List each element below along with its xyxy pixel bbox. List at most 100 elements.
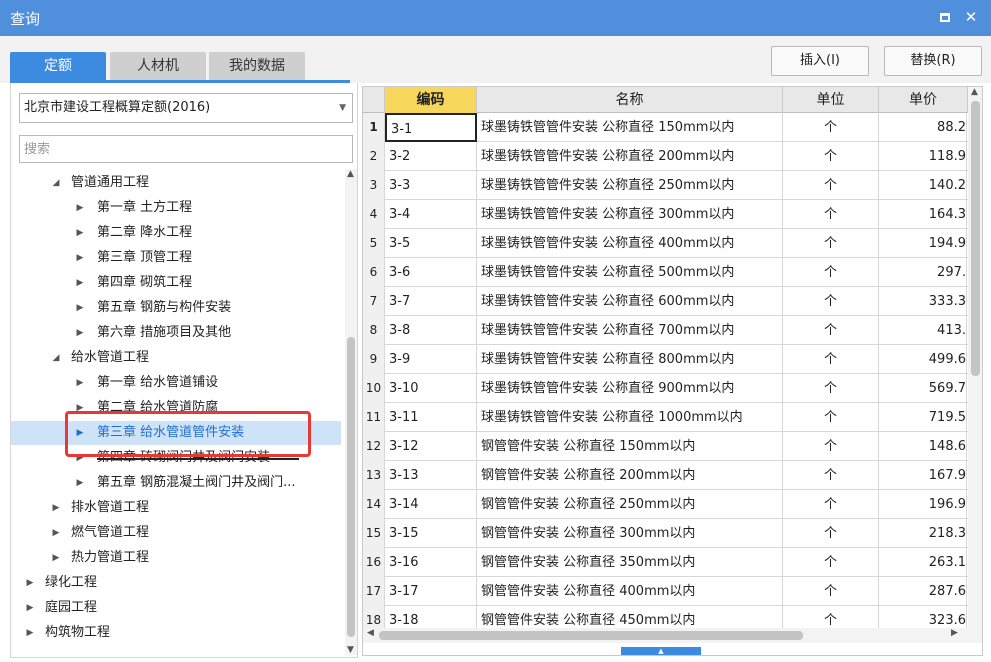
tree-item-ws-ch2-anticorrosion[interactable]: ▶ 第二章 给水管道防腐 [11,396,341,420]
cell-price[interactable]: 88.2 [879,113,967,142]
tree-item-ws-ch4-brick-valve-well[interactable]: ▶ 第四章 砖砌阀门井及阀门安装 [11,446,341,470]
cell-name[interactable]: 钢管管件安装 公称直径 200mm以内 [477,461,783,490]
cell-code[interactable]: 3-8 [385,316,477,345]
table-row[interactable]: 13 3-13 钢管管件安装 公称直径 200mm以内个 167.9 [363,461,982,490]
row-number[interactable]: 4 [363,200,385,229]
cell-unit[interactable]: 个 [783,577,879,606]
cell-unit[interactable]: 个 [783,142,879,171]
row-number[interactable]: 6 [363,258,385,287]
cell-name[interactable]: 球墨铸铁管管件安装 公称直径 250mm以内 [477,171,783,200]
cell-price[interactable]: 333.3 [879,287,967,316]
cell-unit[interactable]: 个 [783,432,879,461]
cell-price[interactable]: 164.3 [879,200,967,229]
cell-price[interactable]: 287.6 [879,577,967,606]
cell-price[interactable]: 140.2 [879,171,967,200]
table-row[interactable]: 6 3-6 球墨铸铁管管件安装 公称直径 500mm以内个 297. [363,258,982,287]
cell-price[interactable]: 719.5 [879,403,967,432]
cell-price[interactable]: 263.1 [879,548,967,577]
table-row[interactable]: 12 3-12 钢管管件安装 公称直径 150mm以内个 148.6 [363,432,982,461]
tree-item-ws-ch1-laying[interactable]: ▶ 第一章 给水管道铺设 [11,371,341,395]
cell-code[interactable]: 3-6 [385,258,477,287]
tree-item-ch5-rebar[interactable]: ▶ 第五章 钢筋与构件安装 [11,296,341,320]
cell-unit[interactable]: 个 [783,461,879,490]
collapsed-arrow-icon[interactable]: ▶ [49,496,63,520]
cell-code[interactable]: 3-11 [385,403,477,432]
collapsed-arrow-icon[interactable]: ▶ [73,246,87,270]
row-number[interactable]: 11 [363,403,385,432]
scrollbar-thumb[interactable] [347,337,355,637]
cell-unit[interactable]: 个 [783,113,879,142]
row-number[interactable]: 1 [363,113,385,142]
cell-name[interactable]: 球墨铸铁管管件安装 公称直径 600mm以内 [477,287,783,316]
cell-name[interactable]: 球墨铸铁管管件安装 公称直径 150mm以内 [477,113,783,142]
scroll-up-icon[interactable]: ▲ [347,169,354,179]
cell-unit[interactable]: 个 [783,171,879,200]
table-row[interactable]: 8 3-8 球墨铸铁管管件安装 公称直径 700mm以内个 413. [363,316,982,345]
cell-code[interactable]: 3-16 [385,548,477,577]
collapsed-arrow-icon[interactable]: ▶ [49,521,63,545]
header-code[interactable]: 编码 [385,87,477,113]
scroll-up-icon[interactable]: ▲ [971,87,978,97]
search-input[interactable] [19,135,353,163]
collapsed-arrow-icon[interactable]: ▶ [73,321,87,345]
row-number[interactable]: 17 [363,577,385,606]
grid-vertical-scrollbar[interactable]: ▲ [968,87,982,643]
cell-code[interactable]: 3-15 [385,519,477,548]
header-price[interactable]: 单价 [879,87,968,113]
table-row[interactable]: 15 3-15 钢管管件安装 公称直径 300mm以内个 218.3 [363,519,982,548]
cell-code[interactable]: 3-14 [385,490,477,519]
scrollbar-thumb[interactable] [379,631,803,640]
tab-my-data[interactable]: 我的数据 [209,52,305,81]
cell-code[interactable]: 3-3 [385,171,477,200]
cell-code[interactable]: 3-9 [385,345,477,374]
cell-price[interactable]: 569.7 [879,374,967,403]
cell-code[interactable]: 3-17 [385,577,477,606]
cell-unit[interactable]: 个 [783,200,879,229]
scroll-left-icon[interactable]: ◀ [367,628,374,638]
cell-code[interactable]: 3-1 [385,113,477,142]
tree-item-gas[interactable]: ▶ 燃气管道工程 [11,521,341,545]
tree-item-landscaping[interactable]: ▶ 绿化工程 [11,571,341,595]
quota-library-select[interactable]: 北京市建设工程概算定额(2016) ▼ [19,93,353,123]
tab-quota[interactable]: 定额 [10,52,106,81]
collapsed-arrow-icon[interactable]: ▶ [73,296,87,320]
replace-button[interactable]: 替换(R) [884,46,982,76]
cell-name[interactable]: 球墨铸铁管管件安装 公称直径 200mm以内 [477,142,783,171]
insert-button[interactable]: 插入(I) [771,46,869,76]
expanded-arrow-icon[interactable]: ◢ [49,171,63,195]
table-row[interactable]: 11 3-11 球墨铸铁管管件安装 公称直径 1000mm以内个 719.5 [363,403,982,432]
close-icon[interactable]: ✕ [960,6,982,28]
tree-item-ch6-measures[interactable]: ▶ 第六章 措施项目及其他 [11,321,341,345]
cell-unit[interactable]: 个 [783,287,879,316]
tab-labor-material-machine[interactable]: 人材机 [110,52,206,81]
cell-code[interactable]: 3-7 [385,287,477,316]
cell-name[interactable]: 钢管管件安装 公称直径 250mm以内 [477,490,783,519]
grid-horizontal-scrollbar[interactable]: ◀ ▶ [363,628,968,643]
collapsed-arrow-icon[interactable]: ▶ [73,446,87,470]
cell-price[interactable]: 218.3 [879,519,967,548]
tree-item-drainage[interactable]: ▶ 排水管道工程 [11,496,341,520]
scroll-down-icon[interactable]: ▼ [347,645,354,655]
cell-code[interactable]: 3-12 [385,432,477,461]
cell-name[interactable]: 球墨铸铁管管件安装 公称直径 700mm以内 [477,316,783,345]
table-row[interactable]: 7 3-7 球墨铸铁管管件安装 公称直径 600mm以内个 333.3 [363,287,982,316]
cell-price[interactable]: 167.9 [879,461,967,490]
cell-name[interactable]: 球墨铸铁管管件安装 公称直径 900mm以内 [477,374,783,403]
cell-unit[interactable]: 个 [783,548,879,577]
cell-price[interactable]: 297. [879,258,967,287]
header-unit[interactable]: 单位 [783,87,879,113]
row-number[interactable]: 2 [363,142,385,171]
tree-item-ch4-masonry[interactable]: ▶ 第四章 砌筑工程 [11,271,341,295]
collapsed-arrow-icon[interactable]: ▶ [23,571,37,595]
cell-name[interactable]: 球墨铸铁管管件安装 公称直径 500mm以内 [477,258,783,287]
cell-code[interactable]: 3-10 [385,374,477,403]
collapsed-arrow-icon[interactable]: ▶ [73,471,87,495]
cell-name[interactable]: 球墨铸铁管管件安装 公称直径 300mm以内 [477,200,783,229]
cell-name[interactable]: 钢管管件安装 公称直径 300mm以内 [477,519,783,548]
collapsed-arrow-icon[interactable]: ▶ [23,621,37,645]
tree-item-ws-ch3-fittings[interactable]: ▶ 第三章 给水管道管件安装 [11,421,341,445]
cell-price[interactable]: 148.6 [879,432,967,461]
tree-scrollbar[interactable]: ▲ ▼ [345,169,357,655]
collapsed-arrow-icon[interactable]: ▶ [73,221,87,245]
table-row[interactable]: 14 3-14 钢管管件安装 公称直径 250mm以内个 196.9 [363,490,982,519]
